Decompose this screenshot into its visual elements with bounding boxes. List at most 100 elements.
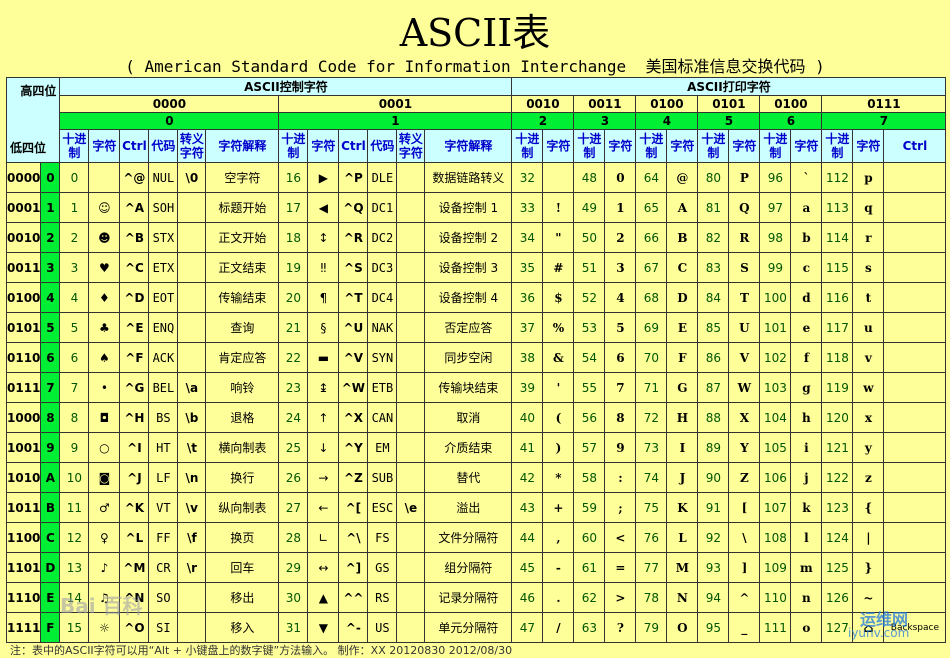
low-nibble-hex: E xyxy=(40,582,61,613)
char-cell: ¶ xyxy=(307,282,340,313)
col-char-header: 字符 xyxy=(88,129,121,163)
decimal-cell: 73 xyxy=(635,432,668,463)
decimal-cell: 4 xyxy=(59,282,90,313)
char-cell: ♪ xyxy=(88,552,121,583)
char-cell: $ xyxy=(542,282,575,313)
ctrl-cell: ^B xyxy=(119,222,150,253)
decimal-cell: 6 xyxy=(59,342,90,373)
decimal-cell: 83 xyxy=(697,252,730,283)
char-cell: 1 xyxy=(604,192,637,223)
page-title: ASCII表 xyxy=(399,11,551,55)
char-cell: ↕ xyxy=(307,222,340,253)
escape-cell: \t xyxy=(177,432,207,463)
low-nibble-bin: 0100 xyxy=(5,282,42,313)
char-cell: A xyxy=(666,192,699,223)
code-cell: VT xyxy=(148,492,179,523)
decimal-cell: 21 xyxy=(278,312,309,343)
ctrl-cell: ^\ xyxy=(338,522,369,553)
escape-cell xyxy=(177,342,207,373)
low-nibble-bin: 0101 xyxy=(5,312,42,343)
char-cell: V xyxy=(728,342,761,373)
decimal-cell: 66 xyxy=(635,222,668,253)
decimal-cell: 117 xyxy=(821,312,854,343)
decimal-cell: 20 xyxy=(278,282,309,313)
decimal-cell: 42 xyxy=(511,462,544,493)
high-nibble-hex-6: 6 xyxy=(759,112,823,130)
char-cell: + xyxy=(542,492,575,523)
col-decimal-header: 十进制 xyxy=(278,129,309,163)
ctrl-cell xyxy=(883,522,947,553)
description-cell: 组分隔符 xyxy=(424,552,513,583)
decimal-cell: 32 xyxy=(511,162,544,193)
ctrl-cell xyxy=(883,432,947,463)
char-cell: ▲ xyxy=(307,582,340,613)
char-cell: ☺ xyxy=(88,192,121,223)
escape-cell xyxy=(396,192,426,223)
decimal-cell: 123 xyxy=(821,492,854,523)
escape-cell xyxy=(177,222,207,253)
code-cell: US xyxy=(367,612,398,643)
escape-cell xyxy=(396,282,426,313)
decimal-cell: 13 xyxy=(59,552,90,583)
decimal-cell: 10 xyxy=(59,462,90,493)
code-cell: ETX xyxy=(148,252,179,283)
high-nibble-bin-3: 0011 xyxy=(573,95,637,113)
char-cell: D xyxy=(666,282,699,313)
code-cell: EM xyxy=(367,432,398,463)
char-cell: ^ xyxy=(728,582,761,613)
char-cell: G xyxy=(666,372,699,403)
decimal-cell: 0 xyxy=(59,162,90,193)
table-row: 0000 0 0 ^@ NUL \0 空字符 16 ▶ ^P DLE 数据链路转义 32 48 0 64 @80… xyxy=(5,162,947,193)
col-description-header: 字符解释 xyxy=(424,129,513,163)
code-cell: SYN xyxy=(367,342,398,373)
low-nibble-hex: 9 xyxy=(40,432,61,463)
decimal-cell: 103 xyxy=(759,372,792,403)
ctrl-cell: ^X xyxy=(338,402,369,433)
col-char-header: 字符 xyxy=(542,129,575,163)
ctrl-cell xyxy=(883,402,947,433)
ctrl-cell: ^P xyxy=(338,162,369,193)
low-nibble-bin: 1000 xyxy=(5,402,42,433)
decimal-cell: 96 xyxy=(759,162,792,193)
char-cell: @ xyxy=(666,162,699,193)
char-cell: t xyxy=(852,282,885,313)
decimal-cell: 51 xyxy=(573,252,606,283)
code-cell: CAN xyxy=(367,402,398,433)
decimal-cell: 74 xyxy=(635,462,668,493)
decimal-cell: 59 xyxy=(573,492,606,523)
col-escape-header: 转义字符 xyxy=(396,129,426,163)
decimal-cell: 45 xyxy=(511,552,544,583)
low-nibble-bin: 1100 xyxy=(5,522,42,553)
baike-watermark: Bai 百科 xyxy=(60,594,143,618)
char-cell: { xyxy=(852,492,885,523)
decimal-cell: 92 xyxy=(697,522,730,553)
decimal-cell: 126 xyxy=(821,582,854,613)
decimal-cell: 61 xyxy=(573,552,606,583)
description-cell: 换页 xyxy=(205,522,280,553)
description-cell: 响铃 xyxy=(205,372,280,403)
ctrl-cell: ^^ xyxy=(338,582,369,613)
char-cell: ← xyxy=(307,492,340,523)
char-cell: ♠ xyxy=(88,342,121,373)
col-code-header: 代码 xyxy=(367,129,398,163)
code-cell: SI xyxy=(148,612,179,643)
decimal-cell: 25 xyxy=(278,432,309,463)
ctrl-cell: ^D xyxy=(119,282,150,313)
decimal-cell: 29 xyxy=(278,552,309,583)
char-cell: : xyxy=(604,462,637,493)
escape-cell xyxy=(177,312,207,343)
description-cell: 取消 xyxy=(424,402,513,433)
char-cell: [ xyxy=(728,492,761,523)
char-cell: 2 xyxy=(604,222,637,253)
col-decimal-header: 十进制 xyxy=(759,129,792,163)
char-cell: W xyxy=(728,372,761,403)
ctrl-cell xyxy=(883,462,947,493)
description-cell: 正文开始 xyxy=(205,222,280,253)
char-cell: ' xyxy=(542,372,575,403)
decimal-cell: 34 xyxy=(511,222,544,253)
escape-cell xyxy=(177,582,207,613)
char-cell: ▼ xyxy=(307,612,340,643)
char-cell: ♣ xyxy=(88,312,121,343)
char-cell: 3 xyxy=(604,252,637,283)
low-nibble-hex: F xyxy=(40,612,61,643)
